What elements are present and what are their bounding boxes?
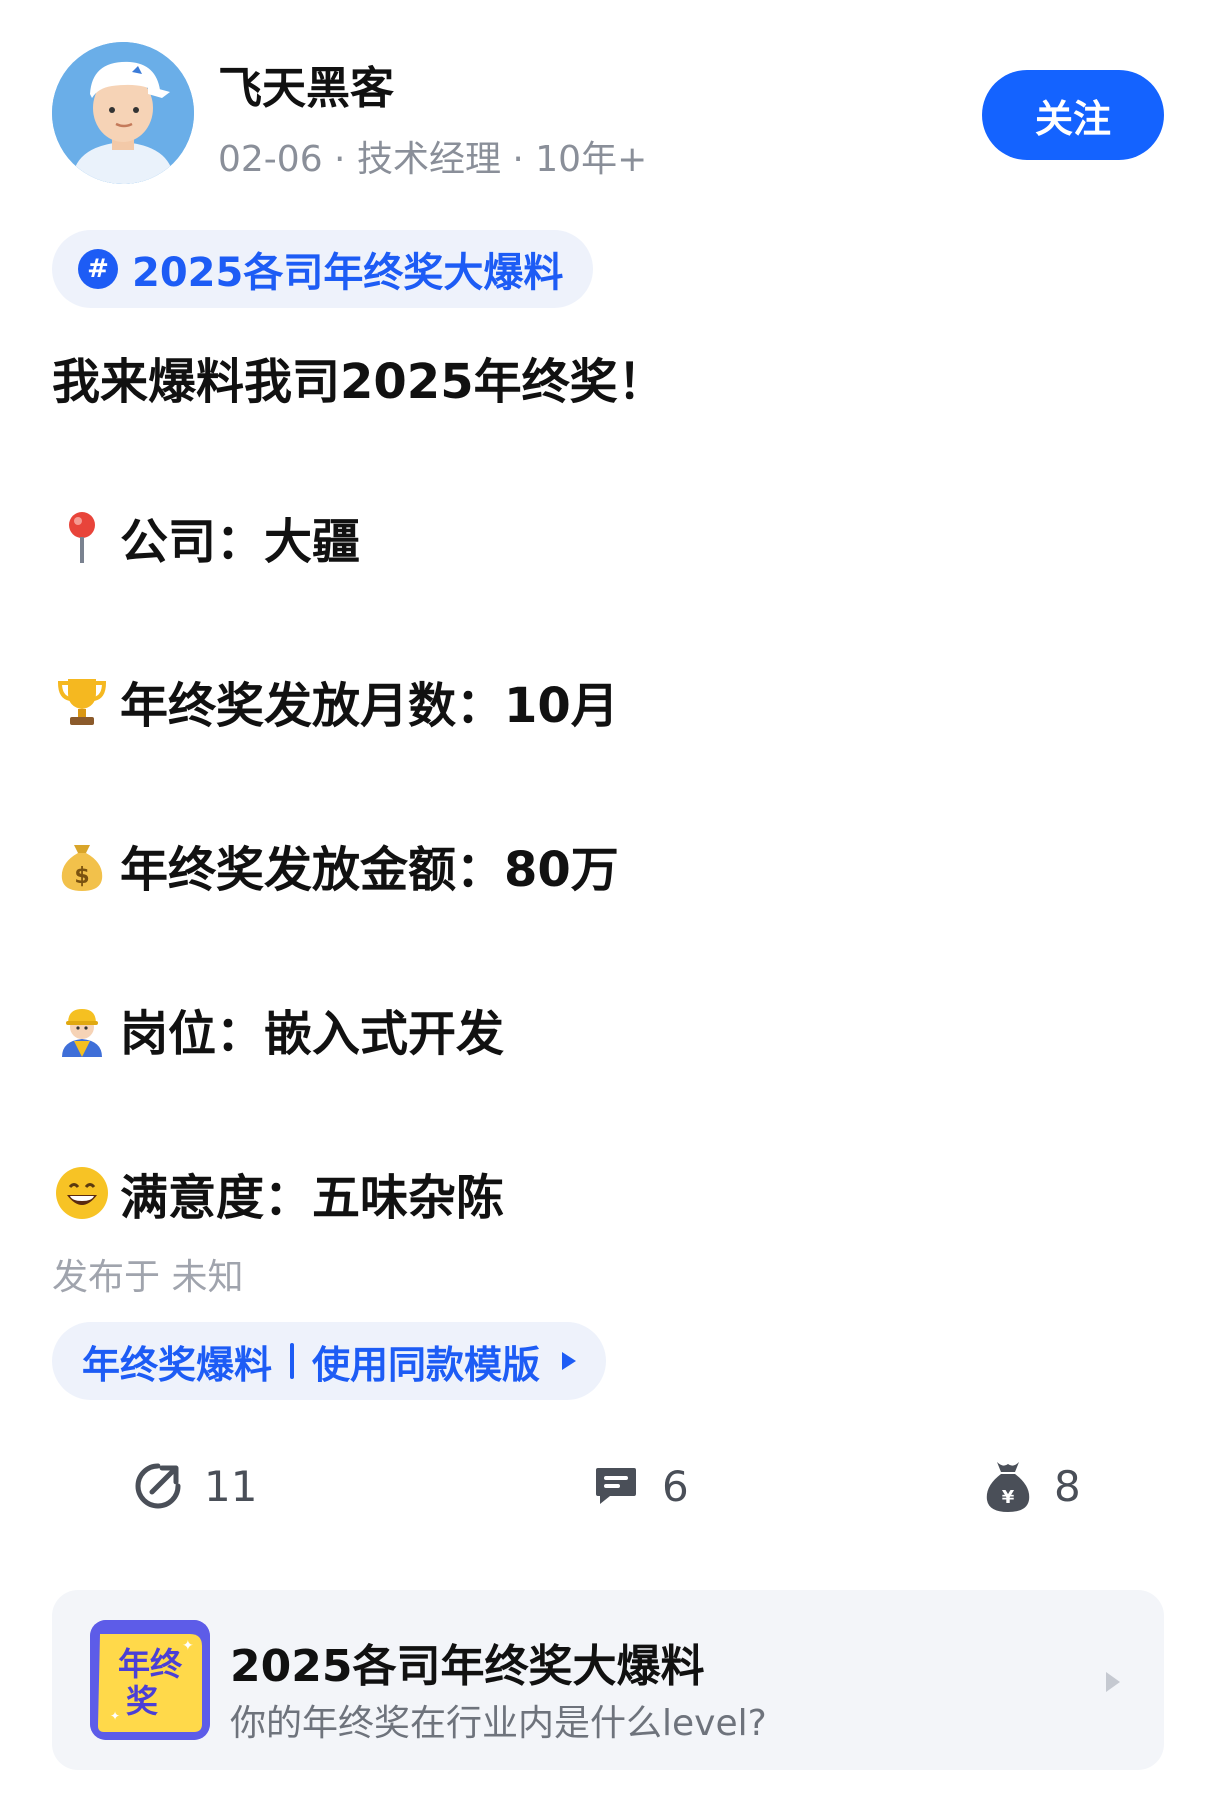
svg-text:¥: ¥ — [1002, 1487, 1015, 1508]
comment-button[interactable]: 6 — [590, 1460, 689, 1512]
topic-card-logo-text-line1: 年终 — [118, 1645, 183, 1683]
share-button[interactable]: 11 — [132, 1460, 257, 1512]
field-company: 公司：大疆 — [52, 502, 360, 572]
template-right-label: 使用同款模版 — [312, 1342, 541, 1387]
money-bag-icon: $ — [52, 835, 112, 895]
grinning-face-icon — [52, 1163, 112, 1223]
pin-icon — [52, 507, 112, 567]
topic-card-title: 2025各司年终奖大爆料 — [230, 1641, 705, 1692]
template-left-label: 年终奖爆料 — [82, 1342, 273, 1387]
field-role: 岗位：嵌入式开发 — [52, 994, 504, 1064]
topic-card-subtitle: 你的年终奖在行业内是什么level? — [230, 1703, 767, 1744]
topic-card[interactable]: 年终 奖 ✦ ✦ 2025各司年终奖大爆料 你的年终奖在行业内是什么level? — [52, 1590, 1164, 1770]
published-location: 发布于 未知 — [52, 1257, 244, 1298]
field-company-text: 公司：大疆 — [120, 514, 361, 570]
field-satisfaction: 满意度：五味杂陈 — [52, 1158, 504, 1228]
field-satisfaction-text: 满意度：五味杂陈 — [120, 1170, 505, 1226]
avatar[interactable] — [52, 42, 194, 184]
comment-icon — [590, 1460, 642, 1512]
money-bag-reward-icon: ¥ — [982, 1460, 1034, 1512]
reward-button[interactable]: ¥ 8 — [982, 1460, 1081, 1512]
svg-text:$: $ — [74, 864, 89, 889]
divider — [290, 1343, 295, 1379]
topic-card-logo-text-line2: 奖 — [126, 1682, 158, 1720]
share-count: 11 — [204, 1461, 258, 1511]
follow-button[interactable]: 关注 — [982, 70, 1164, 160]
field-amount: $ 年终奖发放金额：80万 — [52, 830, 619, 900]
username[interactable]: 飞天黑客 — [218, 52, 394, 116]
chevron-right-icon — [1106, 1672, 1120, 1692]
svg-text:✦: ✦ — [182, 1638, 194, 1654]
comment-count: 6 — [662, 1461, 689, 1511]
field-amount-text: 年终奖发放金额：80万 — [120, 842, 619, 898]
play-icon — [562, 1352, 577, 1370]
trophy-icon — [52, 671, 112, 731]
field-months: 年终奖发放月数：10月 — [52, 666, 619, 736]
topic-label: 2025各司年终奖大爆料 — [132, 250, 564, 296]
reward-count: 8 — [1054, 1461, 1081, 1511]
share-icon — [132, 1460, 184, 1512]
field-role-text: 岗位：嵌入式开发 — [120, 1006, 505, 1062]
topic-tag[interactable]: # 2025各司年终奖大爆料 — [52, 230, 594, 308]
svg-text:✦: ✦ — [110, 1709, 120, 1723]
topic-card-logo: 年终 奖 ✦ ✦ — [90, 1620, 210, 1740]
post-meta: 02-06 · 技术经理 · 10年+ — [218, 139, 648, 180]
field-months-text: 年终奖发放月数：10月 — [120, 678, 619, 734]
use-template-button[interactable]: 年终奖爆料 使用同款模版 — [52, 1322, 607, 1400]
post-headline: 我来爆料我司2025年终奖！ — [52, 354, 666, 410]
construction-worker-icon — [52, 999, 112, 1059]
hashtag-icon: # — [78, 249, 118, 289]
